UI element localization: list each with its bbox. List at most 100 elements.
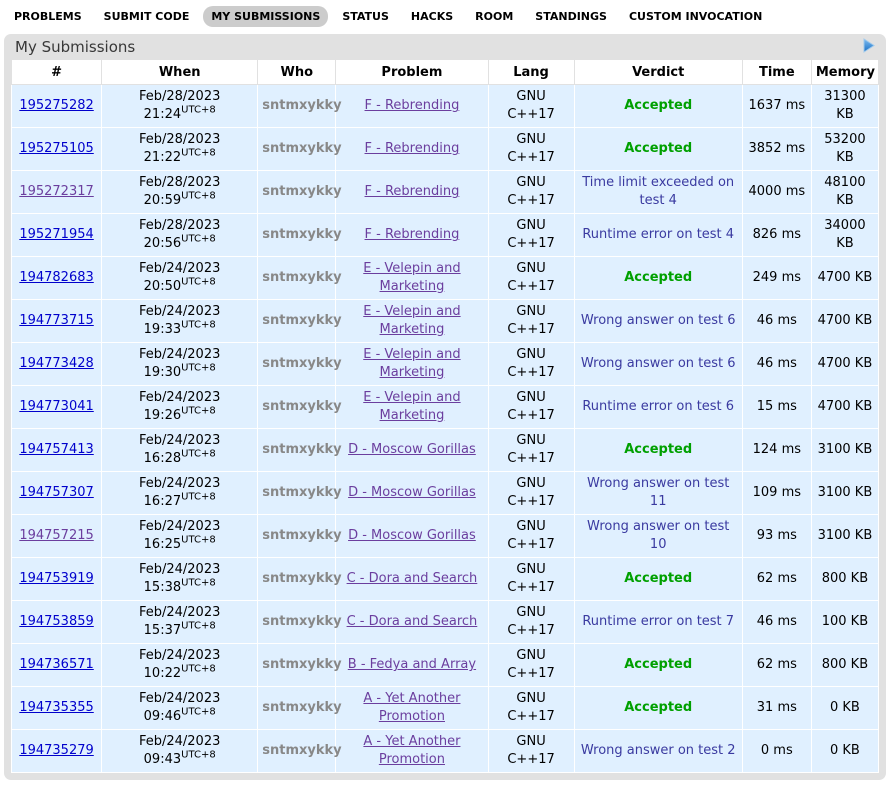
cell-verdict: Runtime error on test 4 xyxy=(574,214,742,257)
problem-link[interactable]: F - Rebrending xyxy=(365,184,460,199)
problem-link[interactable]: A - Yet Another Promotion xyxy=(363,691,460,724)
when-time: 19:33 xyxy=(144,322,181,337)
cell-who: sntmxykky xyxy=(258,257,336,300)
nav-item-my-submissions[interactable]: MY SUBMISSIONS xyxy=(203,6,328,27)
problem-link[interactable]: D - Moscow Gorillas xyxy=(348,528,476,543)
page-title: My Submissions xyxy=(15,38,135,56)
cell-submission-id: 194773428 xyxy=(12,343,102,386)
table-row: 194735355Feb/24/202309:46UTC+8sntmxykkyA… xyxy=(12,687,879,730)
cell-when: Feb/24/202316:27UTC+8 xyxy=(102,472,258,515)
when-date: Feb/24/2023 xyxy=(106,561,253,579)
nav-item-status[interactable]: STATUS xyxy=(334,6,397,27)
cell-lang: GNU C++17 xyxy=(488,730,574,773)
nav-item-hacks[interactable]: HACKS xyxy=(403,6,461,27)
when-timezone: UTC+8 xyxy=(181,277,216,288)
problem-link[interactable]: C - Dora and Search xyxy=(347,614,478,629)
cell-when: Feb/24/202320:50UTC+8 xyxy=(102,257,258,300)
cell-time: 1637 ms xyxy=(742,85,811,128)
cell-time: 124 ms xyxy=(742,429,811,472)
cell-verdict: Runtime error on test 6 xyxy=(574,386,742,429)
problem-link[interactable]: E - Velepin and Marketing xyxy=(363,390,460,423)
table-row: 194753919Feb/24/202315:38UTC+8sntmxykkyC… xyxy=(12,558,879,601)
cell-who: sntmxykky xyxy=(258,644,336,687)
cell-time: 15 ms xyxy=(742,386,811,429)
submission-id-link[interactable]: 194773715 xyxy=(19,313,93,328)
verdict-label: Runtime error on test 6 xyxy=(582,399,734,414)
problem-link[interactable]: B - Fedya and Array xyxy=(348,657,476,672)
cell-time: 249 ms xyxy=(742,257,811,300)
submission-id-link[interactable]: 194773428 xyxy=(19,356,93,371)
verdict-label: Accepted xyxy=(624,442,692,457)
submission-id-link[interactable]: 194753859 xyxy=(19,614,93,629)
problem-link[interactable]: D - Moscow Gorillas xyxy=(348,442,476,457)
cell-verdict: Accepted xyxy=(574,85,742,128)
submission-author: sntmxykky xyxy=(262,700,341,715)
cell-memory: 3100 KB xyxy=(811,429,878,472)
verdict-label: Wrong answer on test 6 xyxy=(581,356,736,371)
when-time: 15:38 xyxy=(144,580,181,595)
submission-id-link[interactable]: 194782683 xyxy=(19,270,93,285)
cell-memory: 4700 KB xyxy=(811,300,878,343)
problem-link[interactable]: C - Dora and Search xyxy=(347,571,478,586)
problem-link[interactable]: F - Rebrending xyxy=(365,141,460,156)
submission-id-link[interactable]: 194735279 xyxy=(19,743,93,758)
nav-item-standings[interactable]: STANDINGS xyxy=(527,6,615,27)
submission-id-link[interactable]: 194757215 xyxy=(19,528,93,543)
panel-caption: My Submissions xyxy=(11,34,879,59)
when-time-line: 10:22UTC+8 xyxy=(106,665,253,683)
problem-link[interactable]: E - Velepin and Marketing xyxy=(363,347,460,380)
cell-verdict: Accepted xyxy=(574,644,742,687)
memory-value: 100 KB xyxy=(822,614,868,629)
when-timezone: UTC+8 xyxy=(181,363,216,374)
nav-item-custom-invocation[interactable]: CUSTOM INVOCATION xyxy=(621,6,770,27)
cell-when: Feb/24/202319:26UTC+8 xyxy=(102,386,258,429)
when-date: Feb/24/2023 xyxy=(106,690,253,708)
language-label: GNU C++17 xyxy=(505,432,557,467)
nav-item-room[interactable]: ROOM xyxy=(467,6,521,27)
cell-lang: GNU C++17 xyxy=(488,558,574,601)
problem-link[interactable]: E - Velepin and Marketing xyxy=(363,261,460,294)
time-value: 46 ms xyxy=(757,356,797,371)
submission-id-link[interactable]: 194753919 xyxy=(19,571,93,586)
submission-id-link[interactable]: 195272317 xyxy=(19,184,93,199)
cell-memory: 800 KB xyxy=(811,558,878,601)
submission-id-link[interactable]: 194757413 xyxy=(19,442,93,457)
nav-item-problems[interactable]: PROBLEMS xyxy=(6,6,90,27)
submission-id-link[interactable]: 195271954 xyxy=(19,227,93,242)
submission-author: sntmxykky xyxy=(262,227,341,242)
when-time: 10:22 xyxy=(144,666,181,681)
problem-link[interactable]: A - Yet Another Promotion xyxy=(363,734,460,767)
problem-link[interactable]: E - Velepin and Marketing xyxy=(363,304,460,337)
problem-link[interactable]: F - Rebrending xyxy=(365,227,460,242)
column-header-who: Who xyxy=(258,60,336,85)
time-value: 124 ms xyxy=(753,442,801,457)
cell-problem: C - Dora and Search xyxy=(336,558,488,601)
memory-value: 800 KB xyxy=(822,571,868,586)
submission-id-link[interactable]: 194735355 xyxy=(19,700,93,715)
problem-link[interactable]: D - Moscow Gorillas xyxy=(348,485,476,500)
cell-problem: D - Moscow Gorillas xyxy=(336,472,488,515)
verdict-label: Wrong answer on test 10 xyxy=(587,519,729,552)
submission-id-link[interactable]: 194736571 xyxy=(19,657,93,672)
nav-item-submit-code[interactable]: SUBMIT CODE xyxy=(96,6,198,27)
cell-who: sntmxykky xyxy=(258,343,336,386)
when-time: 16:27 xyxy=(144,494,181,509)
submission-id-link[interactable]: 194757307 xyxy=(19,485,93,500)
submission-id-link[interactable]: 195275282 xyxy=(19,98,93,113)
memory-value: 0 KB xyxy=(830,743,860,758)
when-timezone: UTC+8 xyxy=(181,105,216,116)
submission-id-link[interactable]: 195275105 xyxy=(19,141,93,156)
submission-author: sntmxykky xyxy=(262,614,341,629)
when-date: Feb/28/2023 xyxy=(106,131,253,149)
table-row: 194757307Feb/24/202316:27UTC+8sntmxykkyD… xyxy=(12,472,879,515)
column-header-memory: Memory xyxy=(811,60,878,85)
submission-id-link[interactable]: 194773041 xyxy=(19,399,93,414)
when-time-line: 20:59UTC+8 xyxy=(106,192,253,210)
problem-link[interactable]: F - Rebrending xyxy=(365,98,460,113)
cell-verdict: Accepted xyxy=(574,257,742,300)
time-value: 3852 ms xyxy=(749,141,806,156)
expand-arrow-button[interactable] xyxy=(860,38,877,56)
when-date: Feb/24/2023 xyxy=(106,647,253,665)
column-header-verdict: Verdict xyxy=(574,60,742,85)
verdict-label: Wrong answer on test 11 xyxy=(587,476,729,509)
